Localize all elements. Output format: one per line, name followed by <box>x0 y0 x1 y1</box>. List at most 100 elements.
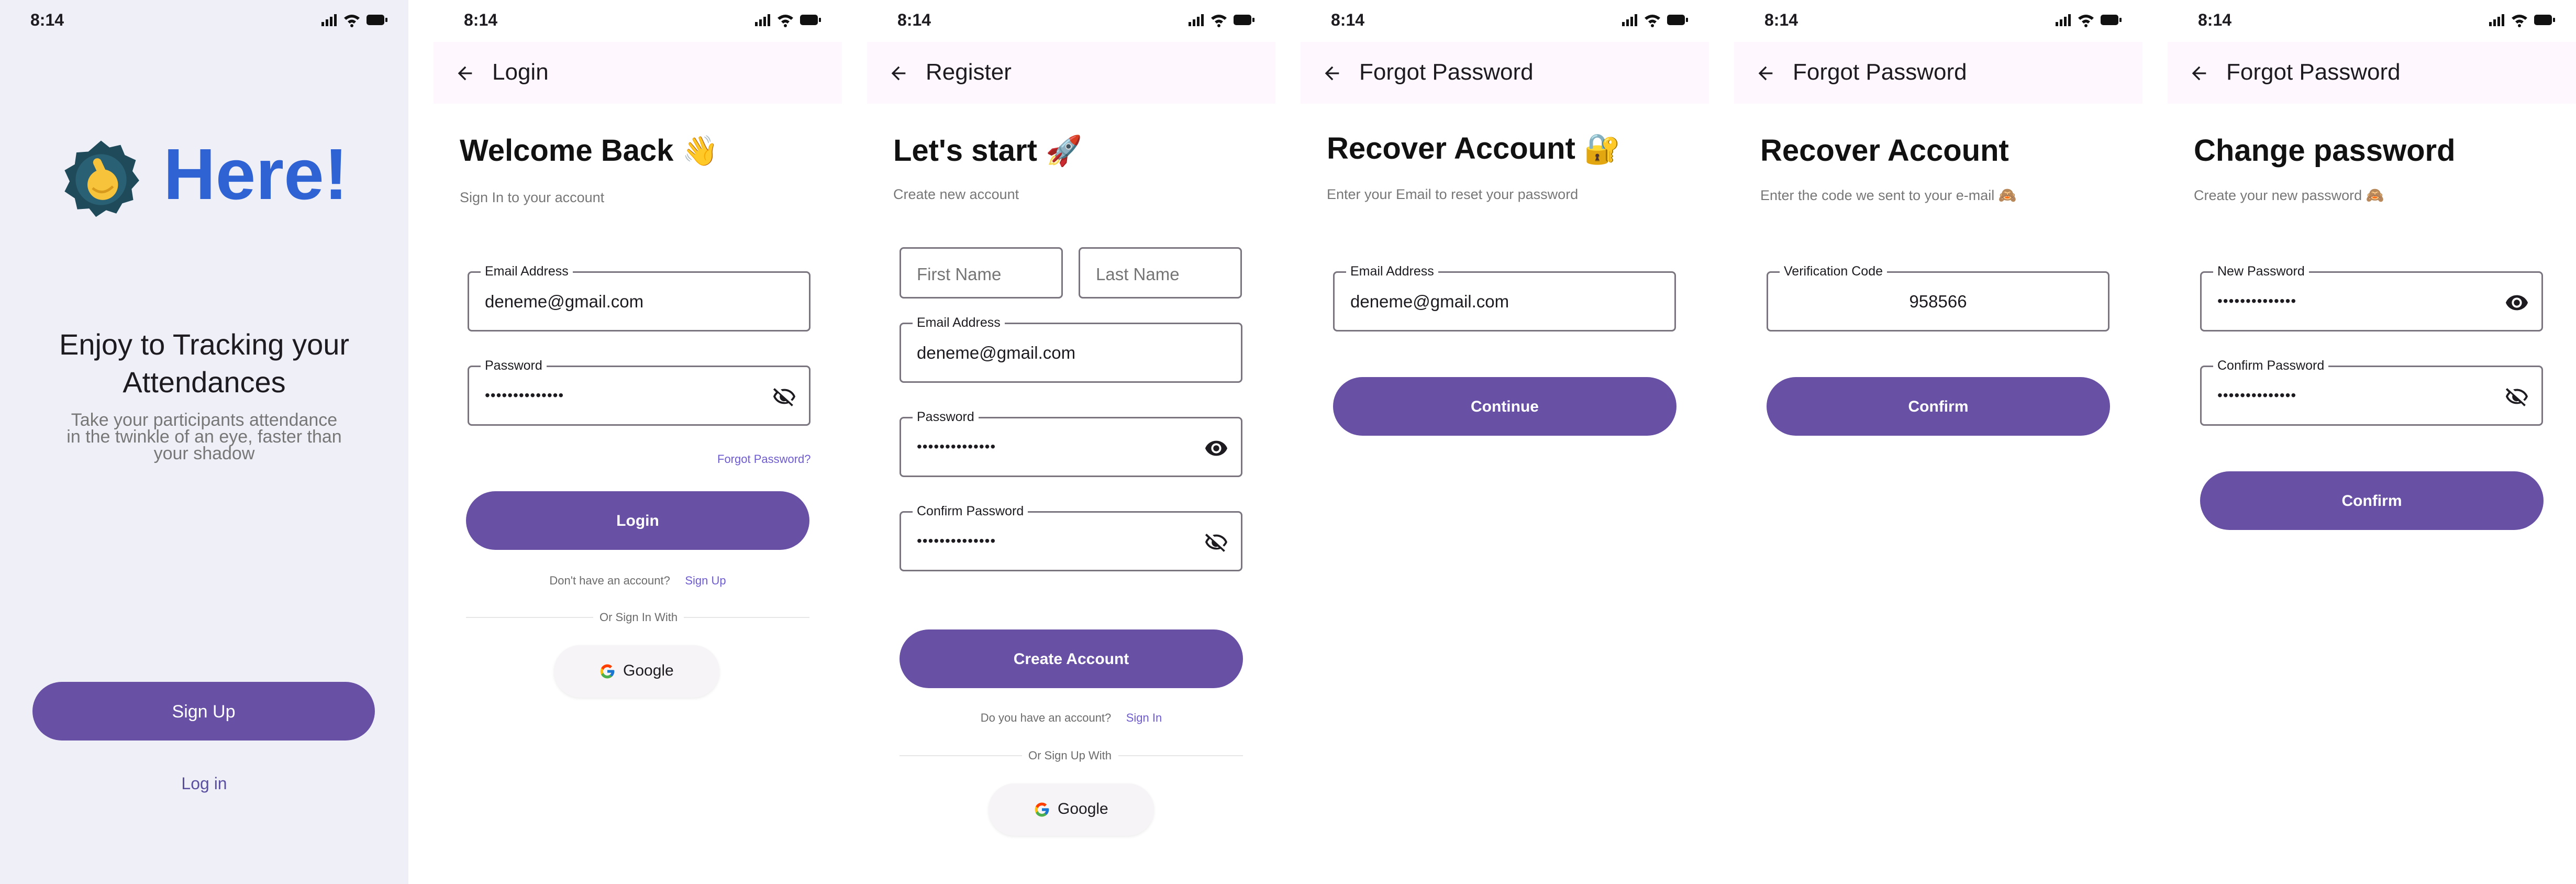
back-arrow-icon[interactable] <box>454 63 475 84</box>
forgot-email-screen: 8:14 Forgot Password Recover Account 🔐 E… <box>1301 0 1709 884</box>
email-field[interactable]: Email Address deneme@gmail.com <box>1333 264 1676 332</box>
status-icons <box>2056 14 2122 27</box>
page-heading: Recover Account <box>1760 134 2009 168</box>
password-field-value[interactable]: •••••••••••••• <box>917 438 996 455</box>
signin-prompt: Do you have an account? Sign In <box>867 711 1275 725</box>
status-bar: 8:14 <box>0 0 408 42</box>
status-bar: 8:14 <box>1734 0 2142 42</box>
new-password-value[interactable]: •••••••••••••• <box>2217 293 2296 310</box>
status-time: 8:14 <box>30 10 64 29</box>
no-account-text: Don't have an account? <box>549 574 670 587</box>
email-field[interactable]: Email Address deneme@gmail.com <box>900 315 1242 383</box>
visibility-icon[interactable] <box>2505 291 2529 315</box>
password-field[interactable]: Password •••••••••••••• <box>468 358 810 426</box>
status-icons <box>1189 14 1254 27</box>
email-field-value[interactable]: deneme@gmail.com <box>1350 292 1623 312</box>
page-subtitle: Sign In to your account <box>460 190 605 205</box>
email-field-value[interactable]: deneme@gmail.com <box>917 343 1189 363</box>
signup-link[interactable]: Sign Up <box>685 574 726 587</box>
page-subtitle: Create new account <box>893 186 1019 202</box>
confirm-password-button[interactable]: Confirm <box>2200 471 2544 530</box>
description-line-3: your shadow <box>153 444 255 463</box>
visibility-off-icon[interactable] <box>772 385 796 409</box>
subtitle-text: Enter the code we sent to your e-mail <box>1760 187 1995 203</box>
google-signup-button[interactable]: Google <box>989 783 1154 836</box>
divider-left <box>466 617 602 618</box>
email-field-value[interactable]: deneme@gmail.com <box>485 292 757 312</box>
status-time: 8:14 <box>897 10 931 29</box>
confirm-password-value[interactable]: •••••••••••••• <box>917 533 996 549</box>
password-field[interactable]: Password •••••••••••••• <box>900 410 1242 477</box>
new-password-field[interactable]: New Password •••••••••••••• <box>2200 264 2543 332</box>
google-signin-button[interactable]: Google <box>554 645 719 698</box>
back-arrow-icon[interactable] <box>2189 63 2209 84</box>
signup-button[interactable]: Sign Up <box>32 682 375 741</box>
new-password-label: New Password <box>2213 264 2309 279</box>
page-subtitle: Enter the code we sent to your e-mail 🙈 <box>1760 186 2017 204</box>
page-heading: Recover Account 🔐 <box>1327 131 1620 166</box>
confirm-password-field[interactable]: Confirm Password •••••••••••••• <box>2200 358 2543 426</box>
rocket-icon: 🚀 <box>1046 134 1082 167</box>
status-time: 8:14 <box>464 10 498 29</box>
confirm-password-label: Confirm Password <box>2213 358 2329 373</box>
first-name-input[interactable] <box>917 264 1061 284</box>
login-link[interactable]: Log in <box>0 774 408 793</box>
back-arrow-icon[interactable] <box>1755 63 1776 84</box>
back-arrow-icon[interactable] <box>888 63 909 84</box>
or-signin-text: Or Sign In With <box>593 611 684 624</box>
continue-button[interactable]: Continue <box>1333 377 1676 436</box>
first-name-field[interactable] <box>900 247 1063 299</box>
see-no-evil-monkey-icon: 🙈 <box>1998 187 2017 203</box>
change-password-screen: 8:14 Forgot Password Change password Cre… <box>2168 0 2576 884</box>
app-bar: Forgot Password <box>1734 42 2142 104</box>
see-no-evil-monkey-icon: 🙈 <box>2366 187 2384 203</box>
heading-text: Welcome Back <box>460 134 674 168</box>
welcome-description: Take your participants attendance in the… <box>0 411 408 463</box>
appbar-title: Forgot Password <box>2226 59 2401 85</box>
status-time: 8:14 <box>1764 10 1798 29</box>
confirm-password-field[interactable]: Confirm Password •••••••••••••• <box>900 504 1242 571</box>
verify-code-screen: 8:14 Forgot Password Recover Account Ent… <box>1734 0 2142 884</box>
password-field-label: Password <box>481 358 547 373</box>
app-bar: Forgot Password <box>1301 42 1709 104</box>
create-account-button[interactable]: Create Account <box>900 629 1243 688</box>
visibility-off-icon[interactable] <box>2505 385 2529 409</box>
lock-key-icon: 🔐 <box>1584 132 1620 165</box>
confirm-password-value[interactable]: •••••••••••••• <box>2217 387 2296 404</box>
signup-prompt: Don't have an account? Sign Up <box>434 574 842 588</box>
subtitle-text: Create your new password <box>2194 187 2362 203</box>
hand-pointing-badge-icon <box>64 140 139 217</box>
page-heading: Welcome Back 👋 <box>460 133 718 168</box>
login-screen: 8:14 Login Welcome Back 👋 Sign In to you… <box>434 0 842 884</box>
confirm-code-button[interactable]: Confirm <box>1767 377 2110 436</box>
login-button[interactable]: Login <box>466 491 809 550</box>
register-screen: 8:14 Register Let's start 🚀 Create new a… <box>867 0 1275 884</box>
email-field[interactable]: Email Address deneme@gmail.com <box>468 264 810 332</box>
status-bar: 8:14 <box>2168 0 2576 42</box>
signin-link[interactable]: Sign In <box>1126 711 1162 724</box>
app-bar: Forgot Password <box>2168 42 2576 104</box>
waving-hand-icon: 👋 <box>682 134 719 167</box>
visibility-off-icon[interactable] <box>1204 531 1228 555</box>
password-field-value[interactable]: •••••••••••••• <box>485 387 564 404</box>
headline-line-2: Attendances <box>123 366 286 399</box>
verification-code-value[interactable]: 958566 <box>1768 292 2108 312</box>
page-heading: Let's start 🚀 <box>893 133 1082 168</box>
email-field-label: Email Address <box>913 315 1005 330</box>
google-label: Google <box>623 662 674 679</box>
last-name-input[interactable] <box>1096 264 1240 284</box>
back-arrow-icon[interactable] <box>1322 63 1342 84</box>
heading-text: Recover Account <box>1327 131 1575 165</box>
appbar-title: Forgot Password <box>1793 59 1967 85</box>
page-subtitle: Enter your Email to reset your password <box>1327 186 1579 202</box>
description-line-2: in the twinkle of an eye, faster than <box>66 427 342 447</box>
status-time: 8:14 <box>2198 10 2232 29</box>
headline-line-1: Enjoy to Tracking your <box>59 328 350 361</box>
visibility-icon[interactable] <box>1204 436 1228 460</box>
page-subtitle: Create your new password 🙈 <box>2194 186 2384 204</box>
status-icons <box>755 14 821 27</box>
appbar-title: Register <box>926 59 1012 85</box>
last-name-field[interactable] <box>1079 247 1242 299</box>
forgot-password-link[interactable]: Forgot Password? <box>717 452 811 466</box>
verification-code-field[interactable]: Verification Code 958566 <box>1767 264 2109 332</box>
